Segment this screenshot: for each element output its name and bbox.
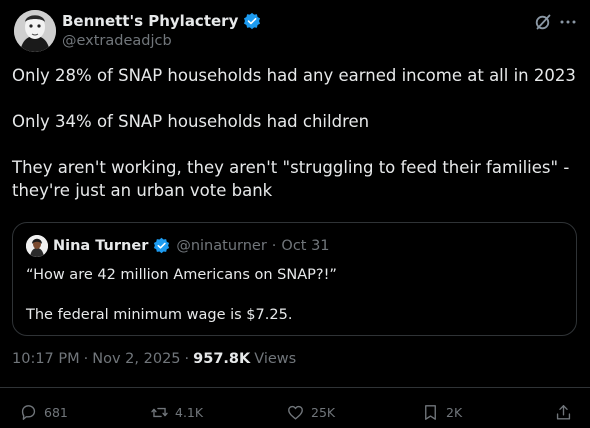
views-label: Views	[254, 351, 297, 367]
repost-button[interactable]: 4.1K	[150, 403, 203, 422]
like-count: 25K	[311, 405, 336, 420]
meta-separator: ·	[83, 351, 89, 367]
divider	[0, 387, 590, 388]
tweet-text: Only 28% of SNAP households had any earn…	[12, 64, 578, 202]
tweet-line: They aren't working, they aren't "strugg…	[12, 158, 570, 177]
author-display-name[interactable]: Bennett's Phylactery	[62, 12, 238, 30]
bookmark-count: 2K	[446, 405, 463, 420]
tweet-line: Only 34% of SNAP households had children	[12, 112, 370, 131]
reply-button[interactable]: 681	[19, 403, 68, 422]
reply-icon	[21, 405, 36, 420]
repost-icon	[151, 407, 168, 418]
quoted-author-avatar	[26, 235, 48, 257]
quoted-line: “How are 42 million Americans on SNAP?!”	[26, 267, 337, 283]
author-handle[interactable]: @extradeadjcb	[62, 33, 172, 49]
author-name-row: Bennett's Phylactery	[62, 12, 261, 30]
quoted-tweet-card[interactable]: Nina Turner @ninaturner · Oct 31 “How ar…	[12, 222, 577, 336]
quoted-separator: ·	[271, 238, 277, 254]
author-avatar[interactable]	[14, 10, 56, 52]
tweet-time[interactable]: 10:17 PM	[12, 351, 80, 367]
tweet-meta: 10:17 PM · Nov 2, 2025 · 957.8K Views	[12, 351, 296, 367]
repost-count: 4.1K	[175, 405, 204, 420]
meta-separator: ·	[184, 351, 190, 367]
quoted-line: The federal minimum wage is $7.25.	[26, 307, 293, 323]
heart-icon	[288, 405, 303, 420]
share-button[interactable]	[554, 403, 573, 422]
more-icon[interactable]	[559, 14, 577, 30]
like-button[interactable]: 25K	[286, 403, 335, 422]
bookmark-icon	[425, 405, 436, 420]
quoted-author-name: Nina Turner	[53, 238, 149, 254]
grok-icon[interactable]	[534, 13, 552, 31]
verified-badge-icon[interactable]	[243, 12, 261, 30]
bookmark-button[interactable]: 2K	[421, 403, 462, 422]
views-count[interactable]: 957.8K	[193, 351, 250, 367]
tweet-date[interactable]: Nov 2, 2025	[92, 351, 180, 367]
quoted-verified-badge-icon	[153, 237, 171, 255]
tweet-line: Only 28% of SNAP households had any earn…	[12, 66, 576, 85]
share-icon	[556, 405, 571, 420]
quoted-author-handle: @ninaturner	[176, 238, 267, 254]
quoted-tweet-text: “How are 42 million Americans on SNAP?!”…	[26, 265, 566, 325]
quoted-tweet-header: Nina Turner @ninaturner · Oct 31	[26, 235, 330, 257]
tweet: Bennett's Phylactery @extradeadjcb Only …	[0, 0, 590, 428]
quoted-date: Oct 31	[281, 238, 330, 254]
reply-count: 681	[44, 405, 68, 420]
tweet-line: they're just an urban vote bank	[12, 181, 273, 200]
